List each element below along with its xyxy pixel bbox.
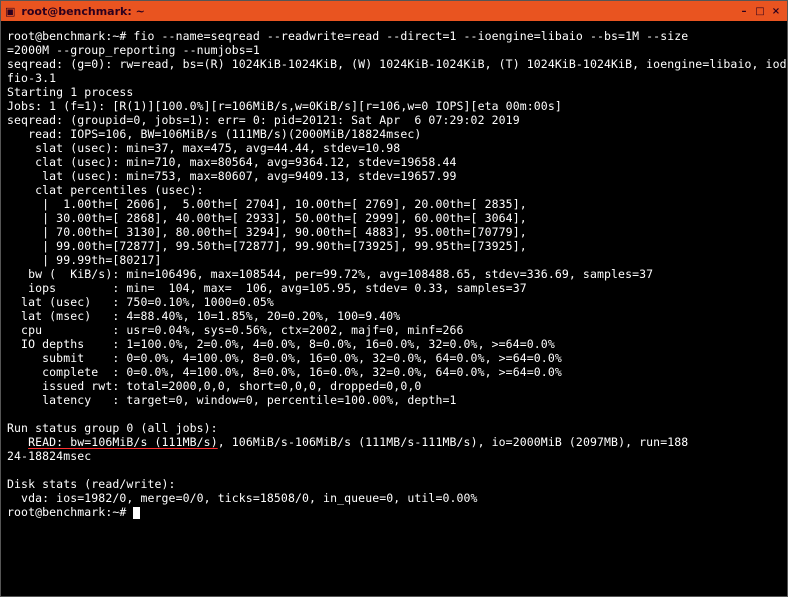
output-line: seqread: (groupid=0, jobs=1): err= 0: pi…: [7, 113, 520, 127]
output-line: lat (usec): min=753, max=80607, avg=9409…: [7, 169, 457, 183]
output-line: read: IOPS=106, BW=106MiB/s (111MB/s)(20…: [7, 127, 421, 141]
output-line: IO depths : 1=100.0%, 2=0.0%, 4=0.0%, 8=…: [7, 337, 555, 351]
highlight-read-bw: READ: bw=106MiB/s (111MB/s): [28, 435, 218, 449]
output-line: fio-3.1: [7, 71, 56, 85]
minimize-icon[interactable]: –: [737, 4, 751, 18]
output-line: submit : 0=0.0%, 4=100.0%, 8=0.0%, 16=0.…: [7, 351, 562, 365]
output-line: slat (usec): min=37, max=475, avg=44.44,…: [7, 141, 400, 155]
output-line: | 99.99th=[80217]: [7, 253, 162, 267]
output-line: clat percentiles (usec):: [7, 183, 204, 197]
output-line: iops : min= 104, max= 106, avg=105.95, s…: [7, 281, 527, 295]
output-line: bw ( KiB/s): min=106496, max=108544, per…: [7, 267, 653, 281]
terminal-window: ▣ root@benchmark: ~ – □ × root@benchmark…: [0, 0, 788, 597]
output-line: Jobs: 1 (f=1): [R(1)][100.0%][r=106MiB/s…: [7, 99, 562, 113]
read-status-line: READ: bw=106MiB/s (111MB/s), 106MiB/s-10…: [7, 435, 688, 463]
output-line: | 99.00th=[72877], 99.50th=[72877], 99.9…: [7, 239, 527, 253]
maximize-icon[interactable]: □: [753, 4, 767, 18]
output-line: lat (msec) : 4=88.40%, 10=1.85%, 20=0.20…: [7, 309, 400, 323]
prompt-line: root@benchmark:~#: [7, 505, 133, 519]
output-line: vda: ios=1982/0, merge=0/0, ticks=18508/…: [7, 491, 478, 505]
output-line: Starting 1 process: [7, 85, 133, 99]
output-line: | 1.00th=[ 2606], 5.00th=[ 2704], 10.00t…: [7, 197, 527, 211]
output-line: | 30.00th=[ 2868], 40.00th=[ 2933], 50.0…: [7, 211, 527, 225]
output-line: clat (usec): min=710, max=80564, avg=936…: [7, 155, 457, 169]
output-line: | 70.00th=[ 3130], 80.00th=[ 3294], 90.0…: [7, 225, 527, 239]
output-line: Disk stats (read/write):: [7, 477, 176, 491]
window-icon: ▣: [5, 5, 15, 18]
output-line: complete : 0=0.0%, 4=100.0%, 8=0.0%, 16=…: [7, 365, 562, 379]
close-icon[interactable]: ×: [769, 4, 783, 18]
output-line: latency : target=0, window=0, percentile…: [7, 393, 457, 407]
window-title: root@benchmark: ~: [21, 5, 144, 18]
terminal-body[interactable]: root@benchmark:~# fio --name=seqread --r…: [1, 21, 787, 596]
output-line: cpu : usr=0.04%, sys=0.56%, ctx=2002, ma…: [7, 323, 464, 337]
output-line: seqread: (g=0): rw=read, bs=(R) 1024KiB-…: [7, 57, 787, 71]
prompt-line: root@benchmark:~# fio --name=seqread --r…: [7, 29, 688, 57]
output-line: Run status group 0 (all jobs):: [7, 421, 218, 435]
output-line: lat (usec) : 750=0.10%, 1000=0.05%: [7, 295, 274, 309]
output-line: issued rwt: total=2000,0,0, short=0,0,0,…: [7, 379, 421, 393]
titlebar[interactable]: ▣ root@benchmark: ~ – □ ×: [1, 1, 787, 21]
cursor: [133, 507, 140, 519]
